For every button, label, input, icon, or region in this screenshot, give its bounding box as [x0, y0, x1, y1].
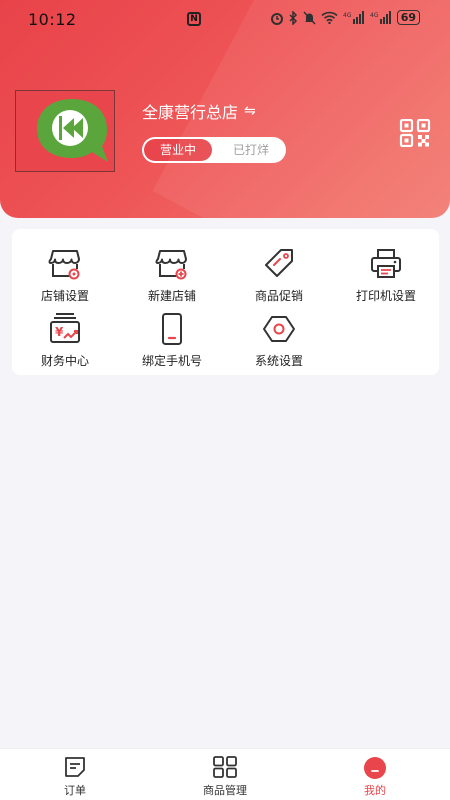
menu-new-store[interactable]: 新建店铺 [122, 247, 222, 307]
orders-icon [65, 757, 85, 777]
bottom-tab-bar: 订单 商品管理 我的 [0, 748, 450, 800]
function-menu: 店铺设置 新建店铺 商品促销 打印机设置 ¥ 财务中心 绑定手机号 系统设置 [12, 229, 439, 375]
store-name[interactable]: 全康营行总店 ⇋ [142, 99, 256, 123]
menu-bind-phone[interactable]: 绑定手机号 [122, 312, 222, 372]
menu-system-settings[interactable]: 系统设置 [229, 312, 329, 372]
status-bar: 10:12 N 4G 4G 69 [0, 0, 450, 40]
svg-text:4G: 4G [370, 12, 379, 19]
menu-label: 商品促销 [254, 289, 303, 303]
nfc-icon: N [187, 12, 201, 26]
menu-store-settings[interactable]: 店铺设置 [15, 247, 115, 307]
store-avatar[interactable] [15, 90, 115, 172]
menu-finance-center[interactable]: ¥ 财务中心 [15, 312, 115, 372]
hexagon-settings-icon [263, 316, 295, 342]
store-name-text: 全康营行总店 [142, 103, 239, 122]
qr-code-icon[interactable] [399, 119, 431, 147]
menu-label: 绑定手机号 [141, 354, 202, 368]
alarm-icon [270, 12, 283, 25]
status-time: 10:12 [28, 10, 77, 29]
menu-printer-settings[interactable]: 打印机设置 [336, 247, 436, 307]
mute-icon [303, 10, 316, 25]
svg-text:4G: 4G [343, 12, 352, 19]
switch-store-icon[interactable]: ⇋ [244, 103, 256, 119]
signal-4g-icon: 4G [343, 11, 364, 24]
bluetooth-icon [289, 10, 297, 25]
printer-icon [371, 249, 401, 278]
status-open-option[interactable]: 营业中 [144, 139, 212, 161]
tab-orders[interactable]: 订单 [15, 749, 135, 800]
menu-label: 新建店铺 [147, 289, 196, 303]
header: 10:12 N 4G 4G 69 全康营行总店 ⇋ 营业中 已打烊 [0, 0, 450, 218]
tab-label: 我的 [364, 784, 386, 797]
status-icons: 4G 4G 69 [270, 10, 420, 25]
signal-4g-icon-2: 4G [370, 11, 391, 24]
tab-product-management[interactable]: 商品管理 [165, 749, 285, 800]
menu-label: 打印机设置 [355, 289, 416, 303]
menu-label: 系统设置 [254, 354, 303, 368]
finance-icon: ¥ [50, 313, 80, 343]
status-closed-option[interactable]: 已打烊 [218, 137, 284, 163]
tab-label: 订单 [64, 784, 86, 797]
menu-promotion[interactable]: 商品促销 [229, 247, 329, 307]
tag-icon [265, 249, 293, 277]
store-logo-icon [37, 99, 108, 162]
tab-label: 商品管理 [203, 784, 247, 797]
tab-mine[interactable]: 我的 [315, 749, 435, 800]
grid-icon [213, 756, 237, 778]
user-icon [364, 757, 386, 779]
menu-label: 店铺设置 [40, 289, 89, 303]
phone-icon [162, 313, 182, 345]
svg-text:¥: ¥ [55, 325, 64, 339]
menu-label: 财务中心 [40, 354, 89, 368]
new-store-icon [155, 250, 187, 280]
wifi-icon [321, 11, 338, 24]
battery-icon: 69 [396, 10, 420, 25]
store-settings-icon [48, 250, 80, 280]
store-status-toggle[interactable]: 营业中 已打烊 [142, 137, 286, 163]
